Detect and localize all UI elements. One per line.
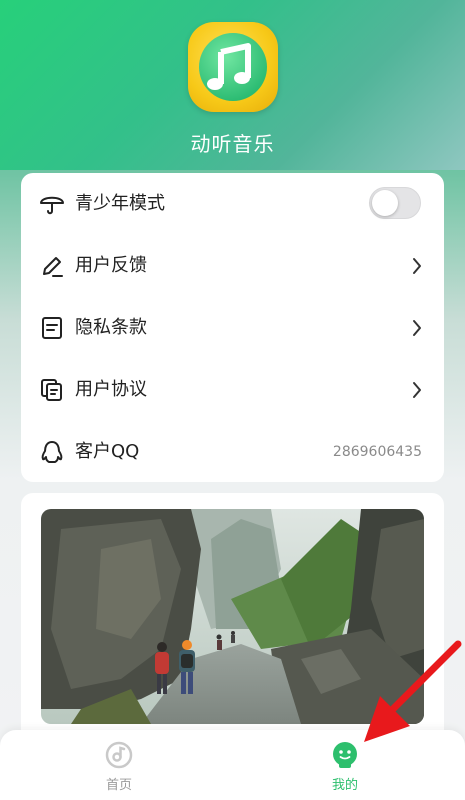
settings-menu: 青少年模式 用户反馈 隐私条款 用户协议 客户QQ 2869606435 bbox=[21, 173, 444, 482]
chevron-right-icon bbox=[413, 258, 421, 274]
app-name: 动听音乐 bbox=[190, 132, 275, 156]
pencil-icon bbox=[43, 257, 63, 277]
toggle-knob bbox=[372, 190, 398, 216]
copy-document-icon bbox=[41, 379, 62, 401]
music-note-icon bbox=[207, 43, 251, 90]
menu-label-feedback: 用户反馈 bbox=[75, 255, 147, 276]
tab-label-home: 首页 bbox=[105, 778, 132, 793]
umbrella-icon bbox=[40, 196, 64, 215]
menu-item-teen-mode[interactable]: 青少年模式 bbox=[21, 173, 444, 235]
tab-home[interactable]: 首页 bbox=[79, 738, 159, 796]
menu-label-privacy: 隐私条款 bbox=[75, 317, 147, 338]
menu-item-customer-qq[interactable]: 客户QQ 2869606435 bbox=[21, 421, 444, 483]
menu-label-customer-qq: 客户QQ bbox=[75, 441, 140, 462]
document-icon bbox=[42, 317, 62, 339]
qq-number: 2869606435 bbox=[332, 444, 422, 460]
menu-item-feedback[interactable]: 用户反馈 bbox=[21, 235, 444, 297]
menu-label-agreement: 用户协议 bbox=[75, 379, 147, 400]
teen-mode-toggle[interactable] bbox=[369, 187, 421, 219]
tab-label-mine: 我的 bbox=[331, 778, 358, 793]
music-disc-icon bbox=[105, 741, 133, 769]
app-logo bbox=[188, 22, 278, 112]
menu-label-teen-mode: 青少年模式 bbox=[75, 193, 165, 214]
red-arrow-annotation bbox=[364, 640, 462, 742]
chevron-right-icon bbox=[413, 320, 421, 336]
menu-item-agreement[interactable]: 用户协议 bbox=[21, 359, 444, 421]
chevron-right-icon bbox=[413, 382, 421, 398]
menu-item-privacy[interactable]: 隐私条款 bbox=[21, 297, 444, 359]
qq-penguin-icon bbox=[41, 441, 63, 463]
